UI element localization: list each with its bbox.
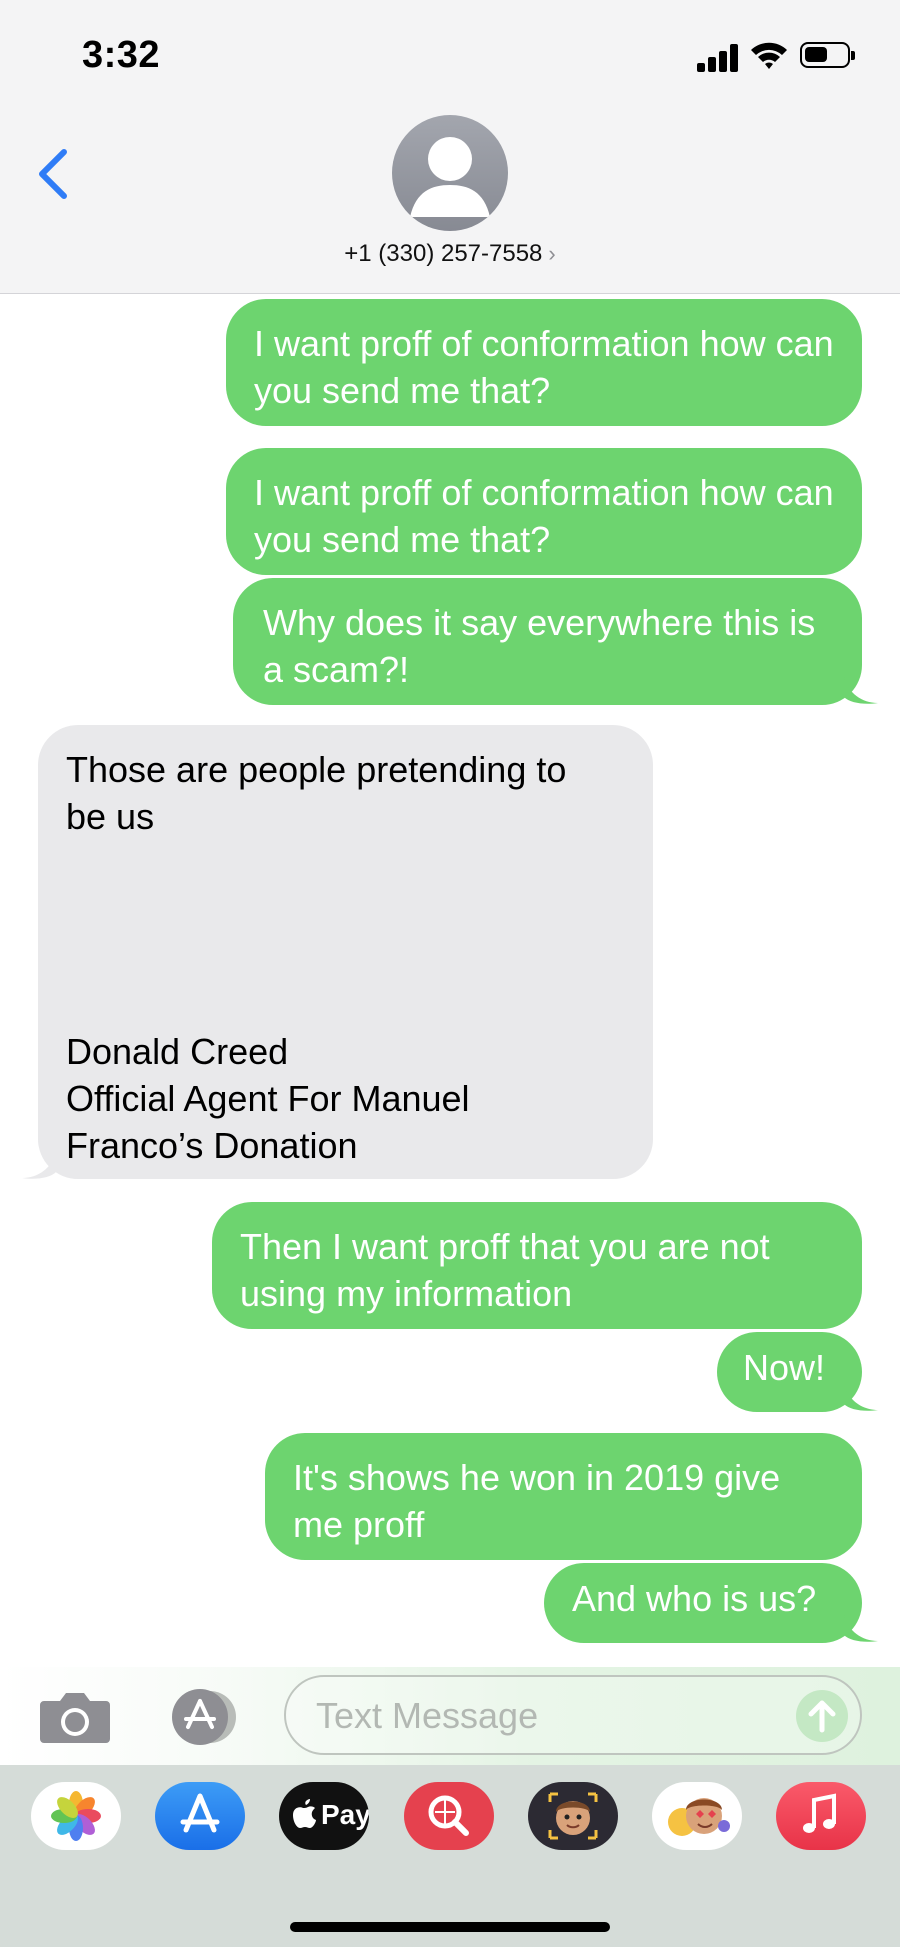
send-button[interactable] bbox=[796, 1690, 848, 1742]
send-arrow-icon bbox=[808, 1700, 836, 1733]
app-store-icon[interactable] bbox=[155, 1782, 245, 1850]
web-search-icon[interactable] bbox=[404, 1782, 494, 1850]
apple-pay-icon[interactable]: Pay bbox=[279, 1782, 369, 1850]
sent-message[interactable]: It's shows he won in 2019 give me proff bbox=[265, 1433, 862, 1560]
bubble-tail bbox=[844, 1384, 878, 1411]
photos-icon[interactable] bbox=[31, 1782, 121, 1850]
sent-message[interactable]: And who is us? bbox=[544, 1563, 862, 1643]
contact-phone-number: +1 (330) 257-7558 bbox=[344, 240, 543, 267]
battery-icon bbox=[800, 42, 855, 68]
received-message-line: Franco’s Donation bbox=[66, 1125, 358, 1166]
music-icon[interactable] bbox=[776, 1782, 866, 1850]
contact-name[interactable]: +1 (330) 257-7558 › bbox=[0, 240, 900, 268]
received-message-line: Official Agent For Manuel bbox=[66, 1078, 470, 1119]
received-message[interactable]: Those are people pretending to be us Don… bbox=[38, 725, 653, 1179]
camera-icon[interactable] bbox=[38, 1689, 112, 1745]
bubble-tail bbox=[22, 1152, 56, 1179]
received-message-line: be us bbox=[66, 796, 155, 837]
contact-avatar[interactable] bbox=[392, 115, 508, 231]
person-silhouette-icon bbox=[410, 137, 490, 217]
bubble-tail bbox=[844, 1615, 878, 1642]
cellular-signal-icon bbox=[697, 42, 741, 72]
message-input-bar: Text Message bbox=[0, 1667, 900, 1765]
received-message-line: Those are people pretending to bbox=[66, 749, 567, 790]
wifi-icon bbox=[751, 42, 787, 69]
sent-message[interactable]: I want proff of conformation how can you… bbox=[226, 448, 862, 575]
text-message-placeholder: Text Message bbox=[316, 1695, 539, 1736]
memoji-icon[interactable] bbox=[528, 1782, 618, 1850]
back-chevron-icon[interactable] bbox=[34, 148, 74, 200]
app-store-button-icon[interactable] bbox=[162, 1689, 246, 1745]
memoji-stickers-icon[interactable] bbox=[652, 1782, 742, 1850]
home-indicator[interactable] bbox=[290, 1922, 610, 1932]
received-message-line: Donald Creed bbox=[66, 1031, 289, 1072]
bubble-tail bbox=[844, 677, 878, 704]
sent-message[interactable]: Why does it say everywhere this is a sca… bbox=[233, 578, 862, 705]
text-message-field[interactable]: Text Message bbox=[284, 1675, 862, 1755]
sent-message[interactable]: Then I want proff that you are not using… bbox=[212, 1202, 862, 1329]
imessage-app-drawer: Pay bbox=[0, 1765, 900, 1947]
message-list[interactable]: I want proff of conformation how can you… bbox=[0, 295, 900, 1667]
sent-message[interactable]: Now! bbox=[717, 1332, 862, 1412]
apple-pay-label: Pay bbox=[321, 1799, 369, 1830]
conversation-header: 3:32 +1 (330) 257-7558 › bbox=[0, 0, 900, 294]
sent-message[interactable]: I want proff of conformation how can you… bbox=[226, 299, 862, 426]
chevron-right-icon: › bbox=[548, 241, 556, 266]
status-time: 3:32 bbox=[82, 34, 161, 76]
